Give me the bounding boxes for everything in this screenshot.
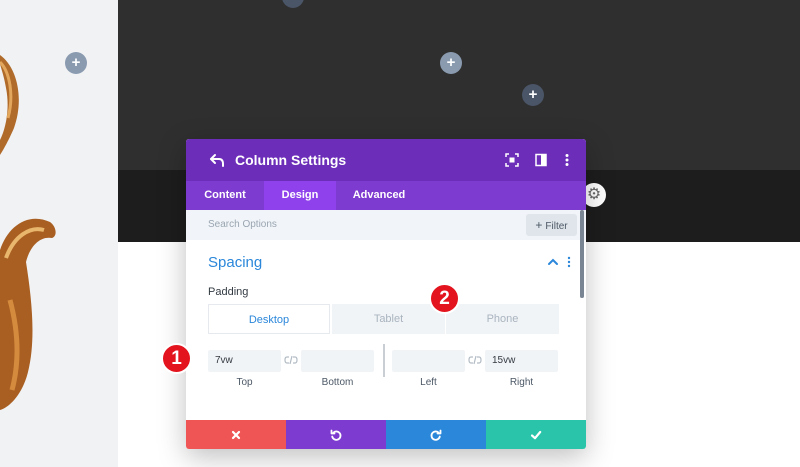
redo-icon bbox=[430, 429, 442, 441]
back-icon[interactable] bbox=[208, 151, 226, 169]
image-column bbox=[0, 0, 118, 467]
teapot-image bbox=[0, 55, 56, 410]
padding-right-label: Right bbox=[509, 377, 534, 388]
tab-content[interactable]: Content bbox=[186, 181, 264, 210]
chevron-up-icon[interactable] bbox=[547, 256, 559, 268]
add-module-button[interactable]: + bbox=[440, 52, 462, 74]
padding-right-input[interactable]: 15vw bbox=[485, 350, 558, 372]
undo-button[interactable] bbox=[286, 420, 386, 449]
search-placeholder: Search Options bbox=[208, 219, 277, 230]
add-row-button[interactable]: + bbox=[522, 84, 544, 106]
check-icon bbox=[530, 430, 542, 440]
tab-advanced[interactable]: Advanced bbox=[336, 181, 422, 210]
filter-label: Filter bbox=[545, 221, 568, 232]
padding-bottom-input[interactable] bbox=[301, 350, 374, 372]
close-icon bbox=[231, 430, 241, 440]
padding-top-label: Top bbox=[236, 377, 253, 388]
filter-button[interactable]: + Filter bbox=[526, 214, 577, 236]
link-icon[interactable] bbox=[284, 355, 298, 365]
device-tab-tablet[interactable]: Tablet bbox=[332, 304, 445, 334]
padding-left-label: Left bbox=[420, 377, 437, 388]
annotation-badge-2: 2 bbox=[429, 283, 460, 314]
padding-top-input[interactable]: 7vw bbox=[208, 350, 281, 372]
redo-button[interactable] bbox=[386, 420, 486, 449]
modal-title: Column Settings bbox=[235, 152, 347, 168]
link-icon[interactable] bbox=[468, 355, 482, 365]
annotation-badge-1: 1 bbox=[161, 343, 192, 374]
padding-label: Padding bbox=[208, 286, 249, 298]
modal-tabs: Content Design Advanced bbox=[186, 181, 586, 210]
search-input[interactable]: Search Options + Filter bbox=[186, 210, 586, 240]
split-view-icon[interactable] bbox=[533, 152, 549, 168]
fullscreen-icon[interactable] bbox=[504, 152, 520, 168]
scrollbar-thumb[interactable] bbox=[580, 210, 584, 298]
tab-design[interactable]: Design bbox=[264, 181, 336, 210]
section-title[interactable]: Spacing bbox=[208, 254, 262, 271]
add-module-button[interactable]: + bbox=[65, 52, 87, 74]
modal-header: Column Settings bbox=[186, 139, 586, 181]
divider bbox=[383, 344, 385, 377]
device-tab-desktop[interactable]: Desktop bbox=[208, 304, 330, 334]
plus-icon: + bbox=[535, 218, 543, 232]
padding-left-input[interactable] bbox=[392, 350, 465, 372]
undo-icon bbox=[330, 429, 342, 441]
padding-bottom-label: Bottom bbox=[321, 377, 354, 388]
more-vertical-icon[interactable] bbox=[559, 152, 575, 168]
cancel-button[interactable] bbox=[186, 420, 286, 449]
save-button[interactable] bbox=[486, 420, 586, 449]
more-vertical-icon[interactable] bbox=[565, 256, 573, 268]
column-settings-modal: Column Settings Content Design Advanced … bbox=[186, 139, 586, 449]
device-tab-phone[interactable]: Phone bbox=[446, 304, 559, 334]
